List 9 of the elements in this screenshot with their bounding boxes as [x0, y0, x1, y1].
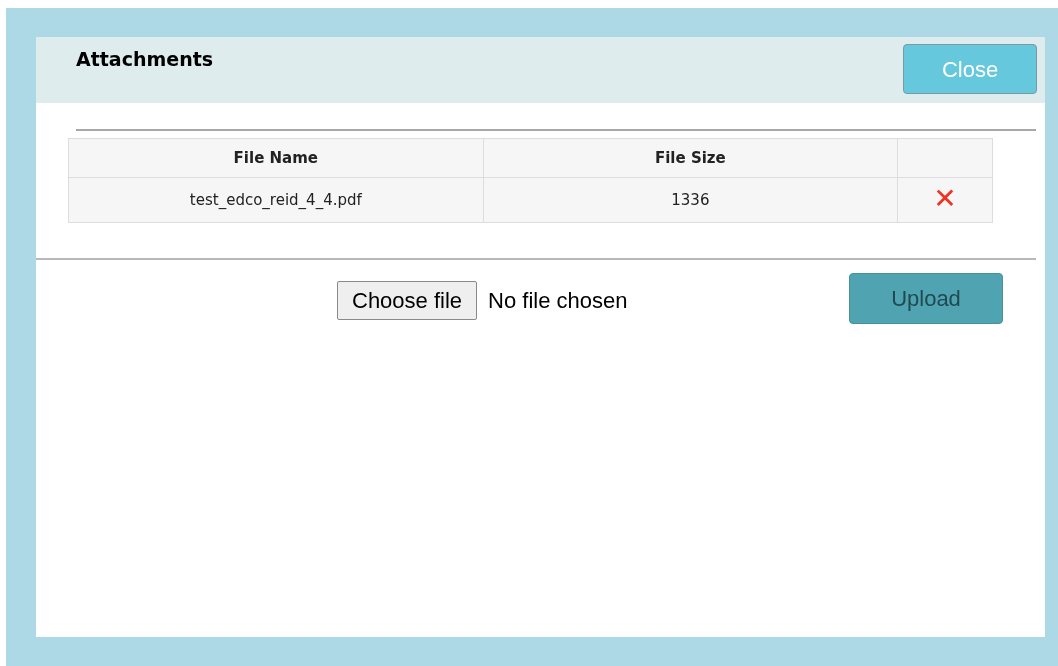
file-status-text: No file chosen	[488, 287, 628, 315]
dialog-title: Attachments	[76, 47, 214, 72]
delete-icon[interactable]: ✕	[933, 182, 957, 216]
choose-file-button[interactable]: Choose file	[337, 281, 478, 320]
close-button[interactable]: Close	[903, 44, 1037, 94]
table-cell: 1336	[483, 177, 898, 223]
column-header: File Size	[483, 138, 898, 178]
table-cell: test_edco_reid_4_4.pdf	[68, 177, 484, 223]
column-header: File Name	[68, 138, 484, 178]
